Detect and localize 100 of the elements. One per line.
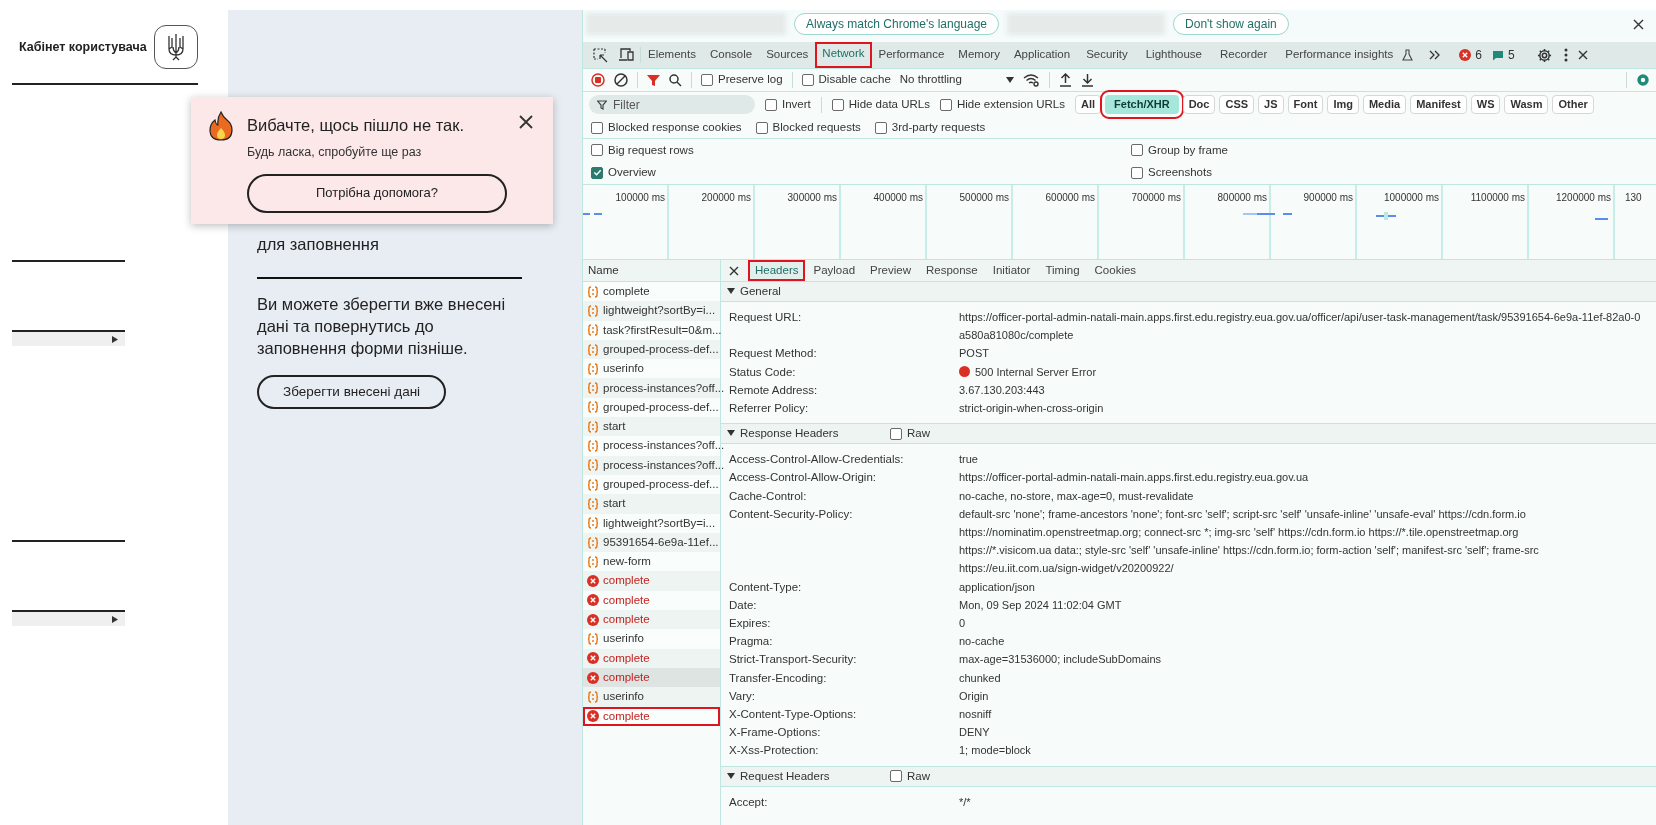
detail-tab[interactable]: Cookies [1087, 260, 1144, 281]
timeline-tick-label: 130 [1625, 192, 1642, 203]
trident-icon[interactable] [154, 25, 198, 69]
type-filter-button[interactable]: Wasm [1504, 95, 1549, 114]
settings-icon[interactable] [1536, 47, 1552, 63]
timeline-tick-label: 200000 ms [701, 192, 751, 203]
checkbox[interactable] [591, 121, 603, 134]
panel-tab[interactable]: Performance insights [1278, 42, 1401, 68]
search-icon[interactable] [669, 73, 682, 87]
device-icon[interactable] [618, 48, 634, 62]
request-row[interactable]: complete [583, 706, 720, 726]
type-filter-button[interactable]: Doc [1182, 95, 1216, 114]
request-row[interactable]: complete [583, 571, 720, 591]
detail-tab[interactable]: Initiator [985, 260, 1038, 281]
caret-icon[interactable] [727, 430, 735, 438]
checkbox[interactable] [755, 121, 768, 134]
close-icon[interactable] [519, 115, 533, 129]
type-filter-button[interactable]: JS [1258, 95, 1284, 114]
throttling-dropdown[interactable]: No throttling [899, 71, 1014, 89]
checkbox[interactable] [1131, 166, 1143, 179]
checkbox[interactable] [874, 121, 887, 134]
section-header[interactable]: General [721, 282, 1656, 302]
checkbox[interactable] [831, 98, 844, 111]
panel-tab[interactable]: Security [1079, 42, 1135, 68]
type-filter-button[interactable]: Img [1327, 95, 1359, 114]
panel-tab[interactable]: Application [1006, 42, 1078, 68]
caret-icon[interactable] [111, 615, 119, 623]
detail-tab[interactable]: Timing [1038, 260, 1087, 281]
upload-icon[interactable] [1058, 73, 1072, 87]
checkbox[interactable] [801, 74, 814, 86]
type-filter-button[interactable]: Font [1287, 95, 1324, 114]
language-button[interactable]: Always match Chrome's language [794, 13, 1000, 35]
more-tabs-icon[interactable] [1429, 50, 1442, 60]
network-conditions-icon[interactable] [1022, 73, 1040, 87]
cabinet-title[interactable]: Кабінет користувача [19, 37, 147, 57]
panel-tab[interactable]: Lighthouse [1138, 42, 1209, 68]
checkbox[interactable] [1131, 144, 1143, 157]
checkbox[interactable] [591, 144, 603, 157]
dont-show-button[interactable]: Don't show again [1173, 13, 1289, 35]
checkbox[interactable] [765, 98, 777, 111]
close-icon[interactable] [729, 265, 739, 276]
type-filter-button[interactable]: Manifest [1410, 95, 1467, 114]
type-filter-button[interactable]: All [1075, 95, 1102, 114]
checkbox[interactable] [591, 166, 603, 179]
request-row[interactable]: grouped-process-def... [583, 339, 720, 360]
type-filter-button[interactable]: CSS [1219, 95, 1255, 114]
request-row[interactable]: complete [583, 648, 720, 668]
close-icon[interactable] [1633, 18, 1644, 30]
close-icon[interactable] [1577, 50, 1588, 60]
dropdown-arrow-icon [1005, 77, 1014, 83]
request-row[interactable]: lightweight?sortBy=i... [583, 301, 720, 321]
panel-tab[interactable]: Memory [951, 42, 1007, 68]
header-name: Strict-Transport-Security: [729, 652, 858, 668]
detail-tab[interactable]: Headers [748, 260, 806, 281]
inspect-icon[interactable] [593, 47, 608, 63]
header-value: 0 [959, 616, 966, 632]
header-name: Transfer-Encoding: [729, 670, 828, 686]
request-row[interactable]: userinfo [583, 687, 720, 707]
header-value: max-age=31536000; includeSubDomains [959, 652, 1162, 668]
section-header[interactable]: Request Headers Raw [721, 766, 1656, 787]
caret-icon[interactable] [111, 335, 119, 343]
panel-tab[interactable]: Performance [871, 42, 952, 68]
record-stop-icon[interactable] [591, 73, 605, 87]
checkbox[interactable] [890, 427, 902, 440]
filter-icon[interactable] [647, 73, 660, 87]
help-button[interactable]: Потрібна допомога? [247, 173, 507, 213]
message-count[interactable]: 5 [1508, 46, 1515, 64]
section-header[interactable]: Response Headers Raw [721, 424, 1656, 445]
timeline-tick-label: 400000 ms [873, 192, 923, 203]
panel-tab[interactable]: Network [815, 42, 872, 68]
caret-icon[interactable] [727, 772, 735, 780]
type-filter-button[interactable]: Other [1552, 95, 1594, 114]
caret-icon[interactable] [727, 288, 735, 295]
type-filter-button[interactable]: Media [1362, 95, 1407, 114]
detail-tab[interactable]: Preview [863, 260, 918, 281]
more-menu-icon[interactable] [1563, 48, 1568, 62]
request-row[interactable]: complete [583, 667, 720, 688]
type-filter-button[interactable]: WS [1470, 95, 1501, 114]
panel-tab[interactable]: Recorder [1213, 42, 1275, 68]
request-row[interactable]: start [583, 417, 720, 437]
header-value: https://eu.iit.com.ua/sign-widget/v20200922/ [959, 561, 1174, 577]
column-header[interactable]: Name [588, 261, 619, 280]
panel-tab[interactable]: Console [702, 42, 760, 68]
request-row[interactable]: 95391654-6e9a-11ef... [583, 532, 720, 553]
request-row[interactable]: complete [583, 610, 720, 630]
braces-icon [587, 382, 599, 395]
error-count[interactable]: 6 [1475, 46, 1482, 64]
detail-tab[interactable]: Response [918, 260, 985, 281]
detail-tab[interactable]: Payload [806, 260, 863, 281]
request-row[interactable]: start [583, 494, 720, 514]
checkbox[interactable] [701, 74, 713, 86]
clear-icon[interactable] [614, 73, 628, 87]
header-name: Access-Control-Allow-Origin: [729, 470, 877, 486]
checkbox[interactable] [890, 770, 902, 783]
filter-field[interactable]: Filter [589, 95, 755, 114]
panel-tab[interactable]: Sources [759, 42, 816, 68]
save-button[interactable]: Зберегти внесені дані [257, 374, 447, 409]
panel-tab[interactable]: Elements [641, 42, 703, 68]
checkbox[interactable] [939, 98, 952, 111]
download-icon[interactable] [1080, 73, 1094, 87]
